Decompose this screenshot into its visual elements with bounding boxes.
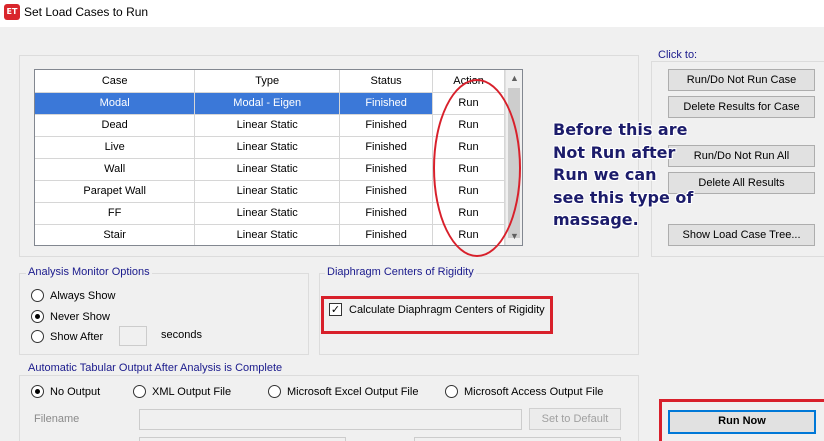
status-cell[interactable]: Finished [339,224,434,245]
case-cell[interactable]: Stair [35,224,196,245]
title-bar: ET Set Load Cases to Run [0,0,824,27]
case-cell[interactable]: Parapet Wall [35,180,196,203]
status-cell[interactable]: Finished [339,158,434,181]
status-cell[interactable]: Finished [339,202,434,225]
always-show-radio[interactable]: Always Show [31,289,115,302]
col-header-type[interactable]: Type [194,70,341,93]
radio-selected-icon [31,310,44,323]
radio-icon [133,385,146,398]
tabular-output-extra-field [139,437,346,441]
type-cell[interactable]: Linear Static [194,202,341,225]
access-output-label: Microsoft Access Output File [464,385,604,398]
show-after-seconds-input[interactable] [119,326,147,346]
status-cell[interactable]: Finished [339,114,434,137]
action-column-highlight-ellipse [433,79,521,257]
app-icon: ET [4,4,20,20]
click-to-label: Click to: [656,49,700,61]
case-cell[interactable]: Wall [35,158,196,181]
type-cell[interactable]: Linear Static [194,158,341,181]
table-row[interactable]: Dead Linear Static Finished Run [35,114,505,137]
radio-icon [31,330,44,343]
never-show-label: Never Show [50,310,110,323]
filename-input[interactable] [139,409,522,430]
window-title: Set Load Cases to Run [24,5,149,19]
xml-output-label: XML Output File [152,385,232,398]
case-cell[interactable]: Modal [35,92,196,115]
status-cell[interactable]: Finished [339,92,434,115]
table-row[interactable]: FF Linear Static Finished Run [35,202,505,225]
table-row[interactable]: Modal Modal - Eigen Finished Run [35,92,505,115]
always-show-label: Always Show [50,289,116,302]
case-cell[interactable]: Live [35,136,196,159]
never-show-radio[interactable]: Never Show [31,310,110,323]
case-cell[interactable]: Dead [35,114,196,137]
scroll-up-icon[interactable]: ▲ [506,70,522,87]
type-cell[interactable]: Modal - Eigen [194,92,341,115]
set-to-default-button[interactable]: Set to Default [529,408,621,430]
show-after-radio[interactable]: Show After [31,330,103,343]
diaphragm-label: Diaphragm Centers of Rigidity [325,266,476,278]
xml-output-radio[interactable]: XML Output File [133,385,231,398]
run-do-not-run-case-button[interactable]: Run/Do Not Run Case [668,69,815,91]
diaphragm-highlight-box [321,296,553,334]
col-header-status[interactable]: Status [339,70,434,93]
status-cell[interactable]: Finished [339,180,434,203]
type-cell[interactable]: Linear Static [194,224,341,245]
filename-label: Filename [34,413,80,425]
radio-icon [268,385,281,398]
no-output-label: No Output [50,385,101,398]
tabular-output-extra-field-2 [414,437,621,441]
type-cell[interactable]: Linear Static [194,180,341,203]
type-cell[interactable]: Linear Static [194,114,341,137]
annotation-note: Before this are Not Run after Run we can… [553,120,694,229]
excel-output-label: Microsoft Excel Output File [287,385,419,398]
tabular-output-label: Automatic Tabular Output After Analysis … [26,362,285,374]
analysis-monitor-label: Analysis Monitor Options [26,266,152,278]
seconds-label: seconds [161,329,202,341]
excel-output-radio[interactable]: Microsoft Excel Output File [268,385,418,398]
show-after-label: Show After [50,330,104,343]
status-cell[interactable]: Finished [339,136,434,159]
access-output-radio[interactable]: Microsoft Access Output File [445,385,603,398]
run-now-highlight-box [659,399,824,441]
radio-icon [445,385,458,398]
table-row[interactable]: Stair Linear Static Finished Run [35,224,505,245]
no-output-radio[interactable]: No Output [31,385,100,398]
radio-icon [31,289,44,302]
type-cell[interactable]: Linear Static [194,136,341,159]
scroll-down-icon[interactable]: ▼ [506,228,522,245]
radio-selected-icon [31,385,44,398]
case-cell[interactable]: FF [35,202,196,225]
delete-results-for-case-button[interactable]: Delete Results for Case [668,96,815,118]
col-header-case[interactable]: Case [35,70,196,93]
table-header-row: Case Type Status Action [35,70,505,93]
